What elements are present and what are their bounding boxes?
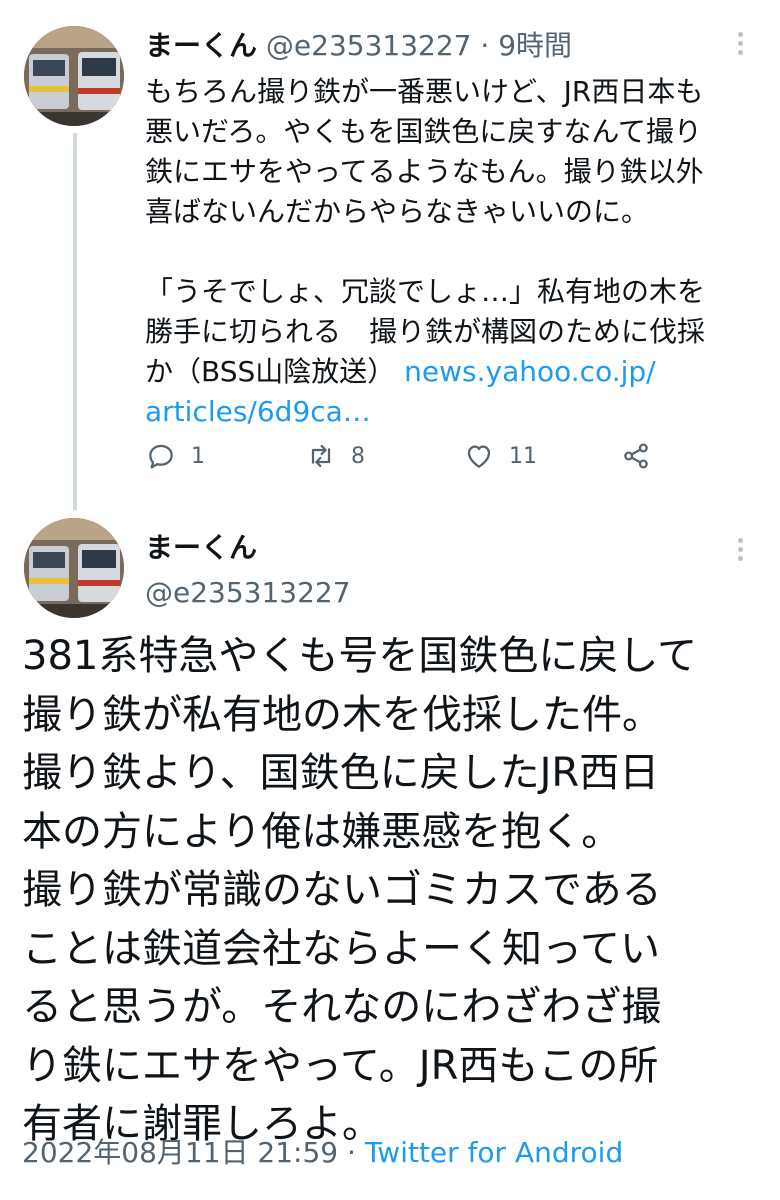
reply-button[interactable]: 1 [145, 440, 205, 472]
tweet2-line: 381系特急やくも号を国鉄色に戻して [22, 633, 698, 679]
tweet2-client-link[interactable]: Twitter for Android [365, 1136, 623, 1169]
tweet2-line: 本の方により俺は嫌悪感を抱く。 [22, 808, 622, 855]
thread-connector-line [73, 133, 77, 510]
tweet1-time[interactable]: 9時間 [498, 29, 572, 62]
retweet-button[interactable]: 8 [305, 440, 365, 472]
tweet1-line: 鉄にエサをやってるようなもん。撮り鉄以外 [145, 155, 704, 188]
like-button[interactable]: 11 [463, 440, 537, 472]
like-icon [467, 445, 491, 468]
tweet1-quote-line: 「うそでしょ、冗談でしょ…」私有地の木を [145, 275, 706, 308]
tweet2-line: ことは鉄道会社ならよーく知ってい [22, 925, 660, 972]
tweet1-display-name[interactable]: まーくん [145, 29, 257, 62]
reply-count: 1 [191, 443, 205, 469]
retweet-count: 8 [351, 443, 365, 469]
tweet2-line: 撮り鉄が私有地の木を伐採した件。 [22, 691, 662, 738]
tweet1-link-continued[interactable]: articles/6d9ca… [145, 395, 371, 428]
tweet2-display-name[interactable]: まーくん [145, 530, 257, 566]
tweet1-action-bar: 1 8 11 [145, 440, 665, 480]
tweet1-more-icon[interactable] [738, 32, 743, 55]
tweet1-line: 悪いだろ。やくもを国鉄色に戻すなんて撮り [145, 115, 702, 148]
tweet2-line: ると思うが。それなのにわざわざ撮 [22, 984, 662, 1030]
tweet2-line: 撮り鉄が常識のないゴミカスである [22, 867, 662, 913]
tweet2-timestamp[interactable]: 2022年08月11日 21:59 [22, 1136, 338, 1169]
tweet1-line: 喜ばないんだからやらなきゃいいのに。 [145, 195, 650, 228]
share-icon [624, 443, 648, 469]
avatar[interactable] [24, 518, 124, 618]
tweet1-handle[interactable]: @e235313227 [266, 29, 472, 62]
tweet1-text: もちろん撮り鉄が一番悪いけど、JR西日本も 悪いだろ。やくもを国鉄色に戻すなんて… [145, 72, 755, 432]
tweet1-separator: · [480, 29, 490, 62]
retweet-icon [311, 444, 331, 468]
like-count: 11 [509, 443, 537, 469]
tweet1-line: もちろん撮り鉄が一番悪いけど、JR西日本も [145, 75, 704, 108]
reply-icon [149, 444, 173, 469]
avatar-image [24, 26, 124, 126]
tweet2-line: 撮り鉄より、国鉄色に戻したJR西日 [22, 750, 660, 796]
avatar-image [24, 518, 124, 618]
tweet1-quote-source: か（BSS山陰放送） [145, 355, 396, 388]
avatar[interactable] [24, 26, 124, 126]
tweet1-header: まーくん @e235313227 · 9時間 [145, 28, 572, 64]
tweet1-link-line: articles/6d9ca… [145, 392, 755, 432]
tweet2-separator: · [347, 1136, 356, 1169]
tweet1-quote-line: 勝手に切られる 撮り鉄が構図のために伐採 [145, 315, 706, 348]
tweet2-handle[interactable]: @e235313227 [145, 575, 351, 611]
tweet2-line: り鉄にエサをやって。JR西もこの所 [22, 1042, 659, 1089]
tweet2-text: 381系特急やくも号を国鉄色に戻して 撮り鉄が私有地の木を伐採した件。 撮り鉄よ… [22, 627, 762, 1154]
share-button[interactable] [620, 440, 652, 472]
tweet1-link[interactable]: news.yahoo.co.jp/ [404, 355, 655, 388]
tweet1-quote-line: か（BSS山陰放送） news.yahoo.co.jp/ [145, 352, 755, 392]
tweet2-more-icon[interactable] [738, 538, 743, 561]
tweet2-meta: 2022年08月11日 21:59 · Twitter for Android [22, 1133, 623, 1173]
